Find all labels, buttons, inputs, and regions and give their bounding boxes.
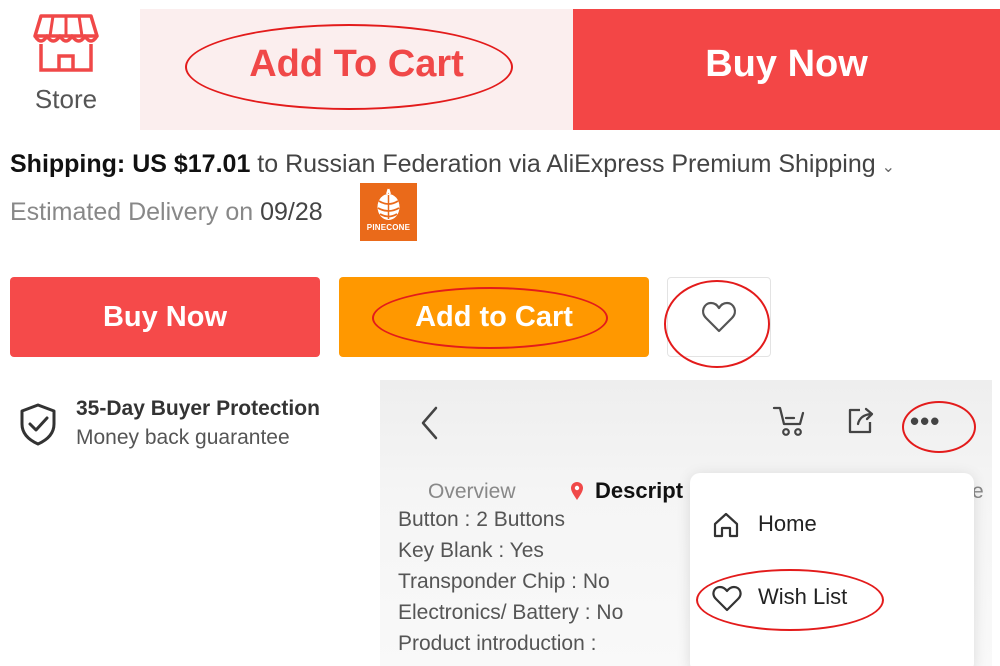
shipping-destination: to Russian Federation via AliExpress Pre… — [257, 150, 876, 178]
shipping-label: Shipping: — [10, 150, 126, 178]
annotation-ellipse — [664, 280, 770, 368]
spec-line: Button : 2 Buttons — [398, 508, 565, 531]
store-label: Store — [34, 84, 98, 114]
annotation-ellipse — [372, 287, 608, 349]
buyer-protection-subtitle: Money back guarantee — [76, 426, 290, 449]
estimated-delivery: Estimated Delivery on 09/28 — [10, 198, 323, 227]
home-icon — [713, 512, 739, 538]
shield-check-icon — [20, 403, 56, 446]
tab-overview[interactable]: Overview — [428, 480, 516, 504]
menu-item-home[interactable]: Home — [758, 511, 817, 537]
spec-line: Electronics/ Battery : No — [398, 601, 624, 624]
annotation-ellipse — [185, 24, 513, 110]
spec-line: Product introduction : — [398, 632, 597, 655]
spec-line: Key Blank : Yes — [398, 539, 544, 562]
spec-line: Transponder Chip : No — [398, 570, 610, 593]
buy-now-label: Buy Now — [102, 300, 228, 333]
annotation-ellipse — [696, 569, 884, 631]
cart-icon[interactable] — [772, 404, 808, 438]
delivery-prefix: Estimated Delivery on — [10, 198, 254, 226]
chevron-left-icon[interactable] — [420, 406, 440, 440]
store-button[interactable]: Store — [0, 0, 135, 130]
pinecone-icon — [377, 188, 400, 220]
chevron-down-icon: ⌄ — [881, 159, 896, 176]
annotation-ellipse — [902, 401, 976, 453]
share-icon[interactable] — [846, 406, 876, 436]
top-buy-now-button[interactable]: Buy Now — [573, 9, 1000, 130]
more-menu: Home Wish List — [690, 473, 974, 666]
buyer-protection-title: 35-Day Buyer Protection — [76, 397, 320, 420]
tab-description-label: Descript — [595, 478, 684, 503]
shipping-line[interactable]: Shipping: US $17.01 to Russian Federatio… — [10, 150, 895, 179]
delivery-date: 09/28 — [260, 198, 323, 226]
pinecone-badge-text: PINECONE — [366, 223, 411, 232]
top-buy-now-label: Buy Now — [705, 43, 868, 85]
buy-now-button[interactable]: Buy Now — [10, 277, 320, 357]
pinecone-badge: PINECONE — [360, 183, 417, 241]
shipping-price: US $17.01 — [132, 150, 251, 178]
mobile-product-screen: ••• Overview Descript e Button : 2 Butto… — [380, 380, 992, 666]
tab-description[interactable]: Descript — [570, 478, 683, 504]
store-icon — [33, 14, 99, 72]
